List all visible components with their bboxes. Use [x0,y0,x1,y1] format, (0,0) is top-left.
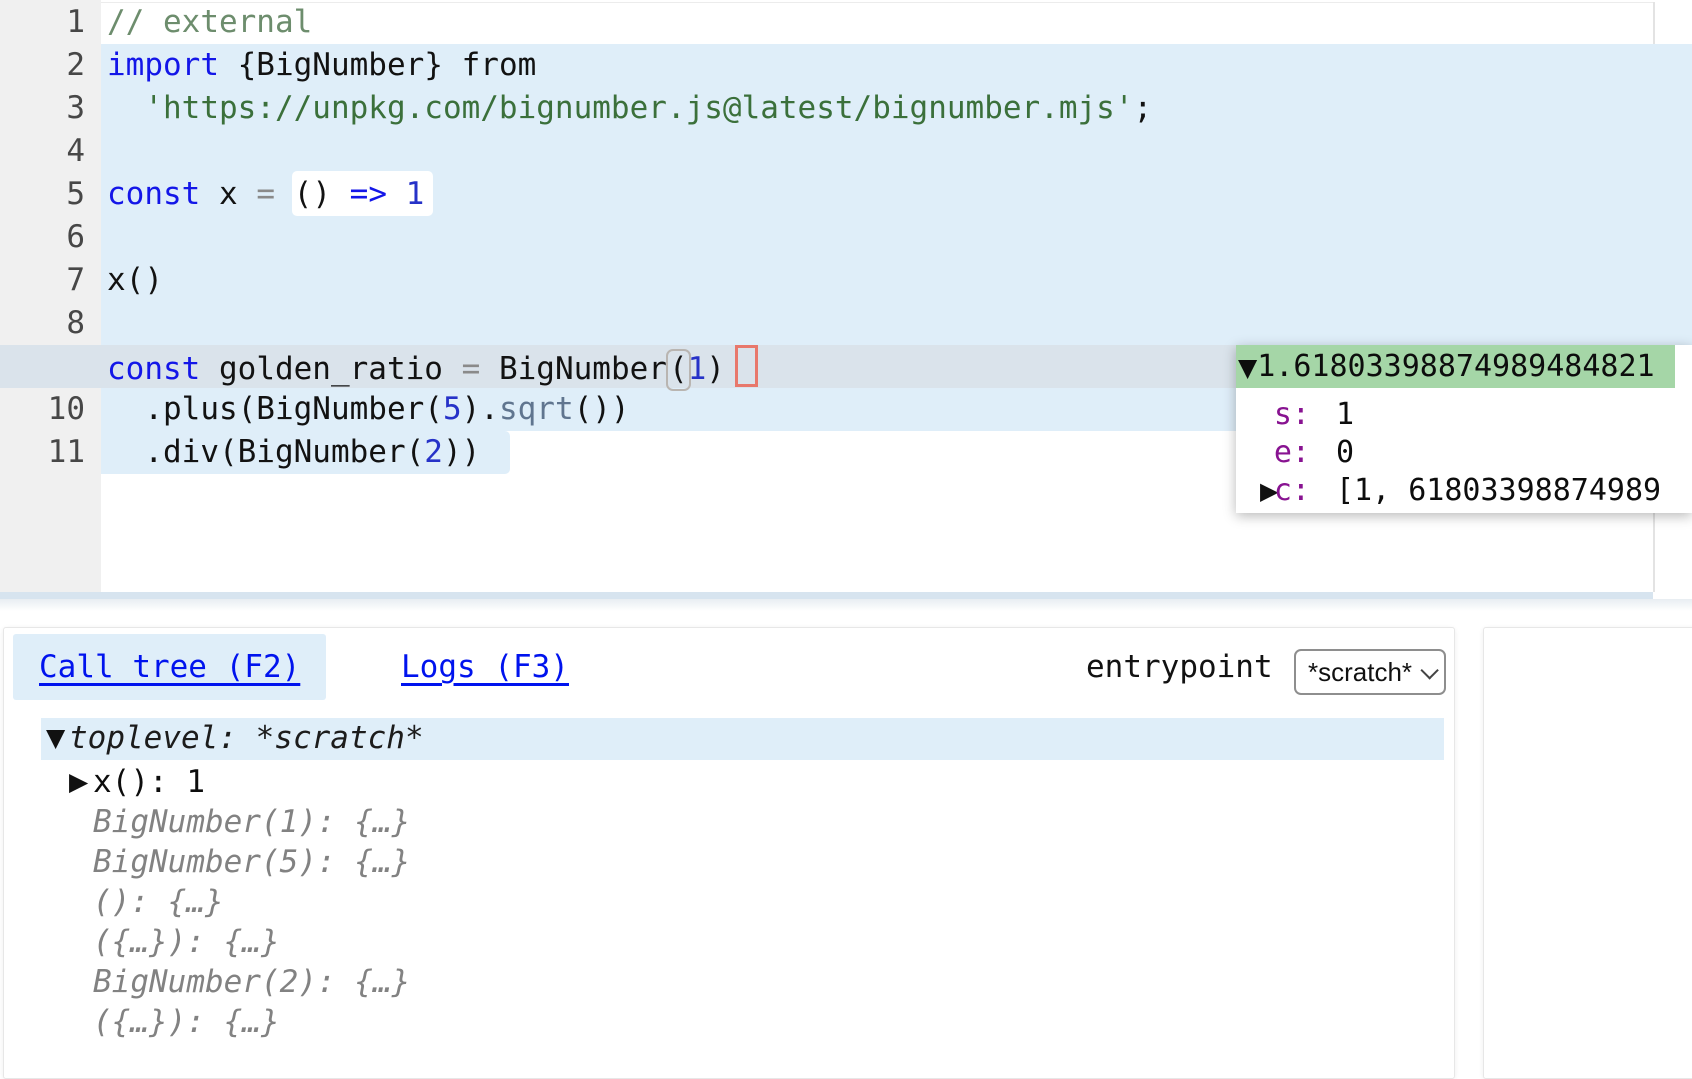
code-token: .plus(BigNumber( [107,391,443,427]
value-inspector-summary[interactable]: ▼1.61803398874989484821 [1236,345,1692,388]
inspector-property-row[interactable]: ▶c:[1, 61803398874989 [1236,472,1692,510]
code-token: 'https://unpkg.com/bignumber.js@latest/b… [144,90,1133,126]
code-token: const [107,176,200,212]
call-tree-row-label: (): {…} [93,882,224,922]
code-token: 2 [424,434,443,470]
call-tree-row-label: BigNumber(1): {…} [93,802,410,842]
call-tree-row: BigNumber(5): {…} [4,842,1454,882]
evaluated-code-highlight [101,302,1692,345]
call-tree-row-label: ({…}): {…} [93,922,280,962]
evaluated-code-highlight [101,130,1692,173]
code-token: BigNumber [480,351,667,387]
code-token: = [462,351,481,387]
detail-panel [1483,627,1692,1079]
call-tree-row-label: ({…}): {…} [93,1002,280,1042]
code-token [387,176,406,212]
call-tree-row[interactable]: ▶x(): 1 [4,762,1454,802]
code-line[interactable]: const golden_ratio = BigNumber(1) [107,345,758,388]
line-number: 6 [0,216,85,259]
call-tree-row-label: BigNumber(2): {…} [93,962,410,1002]
call-tree-row-label: x(): 1 [93,762,205,802]
call-tree-row-label: toplevel: *scratch* [69,718,424,758]
property-value: 1 [1336,396,1354,434]
code-token: => [350,176,387,212]
code-token: .div(BigNumber( [107,434,424,470]
call-tree-panel: Call tree (F2) Logs (F3) entrypoint *scr… [3,627,1455,1079]
evaluated-code-highlight [101,216,1692,259]
code-token [107,90,144,126]
text-cursor [735,345,758,387]
call-tree-row: (): {…} [4,882,1454,922]
code-line[interactable]: 'https://unpkg.com/bignumber.js@latest/b… [107,87,1152,130]
collapse-triangle-icon[interactable]: ▼ [46,718,65,758]
code-token: 5 [443,391,462,427]
tab-call-tree[interactable]: Call tree (F2) [13,634,326,700]
code-line[interactable]: // external [107,1,312,44]
call-tree-row-label: BigNumber(5): {…} [93,842,410,882]
entrypoint-selected-value: *scratch* [1308,657,1412,688]
code-token: golden_ratio [200,351,461,387]
inspector-property-row: e: 0 [1236,434,1692,472]
line-number-gutter: 1234567891011 [0,0,101,592]
collapse-triangle-icon[interactable]: ▼ [1238,353,1257,382]
code-token: ) [706,351,725,387]
property-key: s: [1236,396,1310,434]
inspector-property-row: s: 1 [1236,396,1692,434]
code-token: import [107,47,219,83]
value-inspector: ▼1.61803398874989484821 s:1e:0▶c:[1, 618… [1236,345,1692,513]
code-token: 1 [688,351,707,387]
entrypoint-select[interactable]: *scratch* [1294,649,1446,695]
horizontal-scrollbar-track[interactable] [0,592,1653,599]
tab-logs[interactable]: Logs (F3) [401,634,569,700]
code-token: const [107,351,200,387]
code-token: )) [443,434,480,470]
code-line[interactable]: import {BigNumber} from [107,44,536,87]
property-value: 0 [1336,434,1354,472]
line-number: 4 [0,130,85,173]
line-number: 10 [0,388,85,431]
code-token: 1 [406,176,425,212]
code-line[interactable]: .div(BigNumber(2)) [107,431,480,474]
code-token: ). [462,391,499,427]
expand-triangle-icon[interactable]: ▶ [69,762,88,802]
call-tree-row[interactable]: ▼toplevel: *scratch* [4,718,1454,758]
code-token: sqrt [499,391,574,427]
value-summary-text: 1.61803398874989484821 [1257,349,1654,384]
line-number: 3 [0,87,85,130]
editor-bottom-shadow [0,599,1692,611]
line-number: 2 [0,44,85,87]
property-key: c: [1236,472,1310,510]
code-line[interactable]: .plus(BigNumber(5).sqrt()) [107,388,630,431]
code-line[interactable]: x() [107,259,163,302]
line-number: 5 [0,173,85,216]
code-token: ; [1134,90,1153,126]
code-token: x() [107,262,163,298]
code-line[interactable]: const x = () => 1 [107,173,424,216]
line-number: 8 [0,302,85,345]
property-key: e: [1236,434,1310,472]
line-number: 1 [0,1,85,44]
call-tree-row: ({…}): {…} [4,1002,1454,1042]
call-tree-row: ({…}): {…} [4,922,1454,962]
call-tree-row: BigNumber(1): {…} [4,802,1454,842]
call-tree-row: BigNumber(2): {…} [4,962,1454,1002]
code-token: {BigNumber} from [219,47,536,83]
code-token: // external [107,4,312,40]
line-number: 11 [0,431,85,474]
property-value: [1, 61803398874989 [1336,472,1661,510]
code-token: () [275,176,350,212]
code-token: = [256,176,275,212]
entrypoint-label: entrypoint [1086,634,1273,700]
code-token: x [200,176,256,212]
vertical-scrollbar-track[interactable] [1653,2,1655,44]
evaluated-code-highlight [101,259,1692,302]
code-token: ()) [574,391,630,427]
line-number: 7 [0,259,85,302]
chevron-down-icon [1420,661,1438,679]
